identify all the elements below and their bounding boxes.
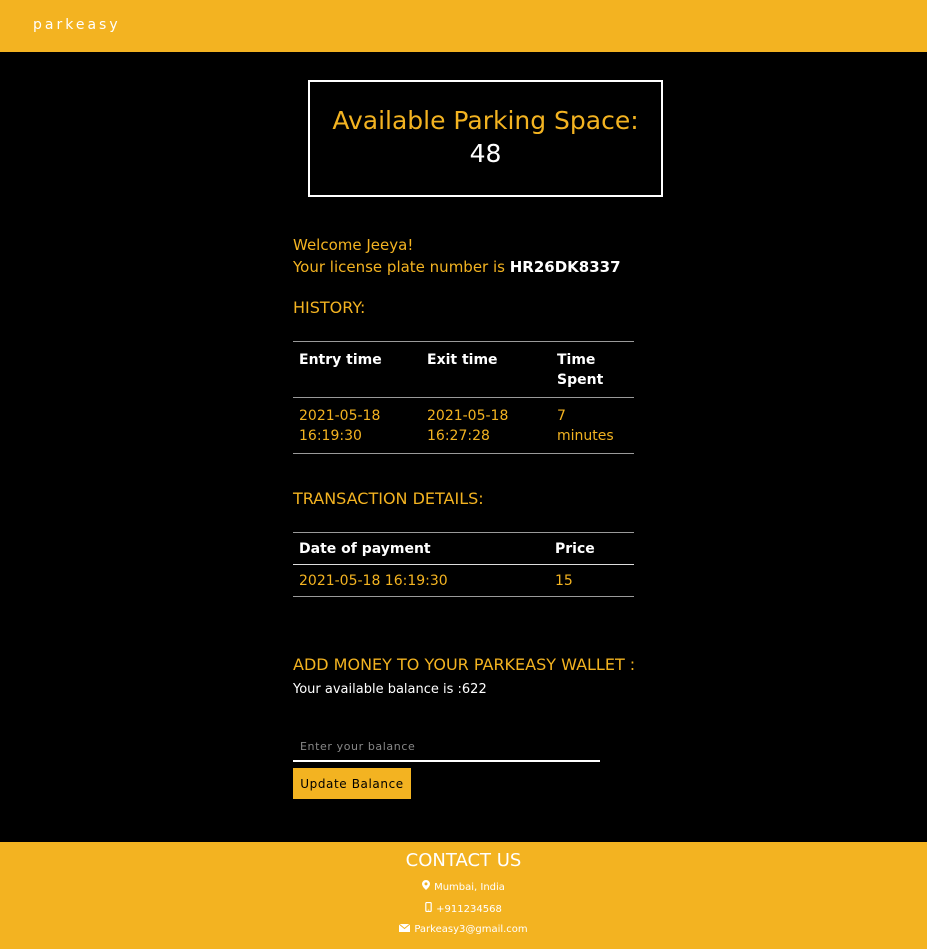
contact-email: Parkeasy3@gmail.com [0, 923, 927, 935]
top-navbar: parkeasy [0, 0, 927, 52]
time-spent-unit: minutes [557, 428, 614, 444]
history-title: HISTORY: [293, 298, 366, 317]
transaction-table: Date of payment Price 2021-05-18 16:19:3… [293, 532, 634, 597]
brand-logo[interactable]: parkeasy [33, 17, 121, 33]
entry-time-cell: 2021-05-18 16:19:30 [293, 398, 421, 454]
price-cell: 15 [555, 573, 573, 589]
table-row: 2021-05-18 16:19:30 2021-05-18 16:27:28 7 m… [293, 397, 634, 454]
entry-date: 2021-05-18 [299, 408, 381, 424]
balance-amount: 622 [461, 682, 487, 697]
contact-location: Mumbai, India [0, 880, 927, 893]
column-header-entry-time: Entry time [299, 352, 382, 368]
column-header-price: Price [555, 541, 595, 557]
license-plate-number: HR26DK8337 [509, 258, 621, 276]
balance-input[interactable] [293, 733, 600, 762]
mobile-phone-icon [425, 901, 432, 915]
email-text[interactable]: Parkeasy3@gmail.com [414, 924, 527, 935]
balance-text: Your available balance is :622 [293, 682, 487, 697]
exit-time-cell: 2021-05-18 16:27:28 [421, 398, 551, 454]
location-text: Mumbai, India [434, 882, 505, 893]
welcome-message: Welcome Jeeya! Your license plate number… [293, 234, 634, 278]
envelope-icon [399, 923, 411, 935]
contact-title: CONTACT US [405, 850, 522, 871]
welcome-greeting: Welcome Jeeya! [293, 236, 414, 254]
footer: CONTACT US Mumbai, India +911234568 Park… [0, 842, 927, 949]
history-table: Entry time Exit time Time Spent 2021-05-… [293, 341, 634, 454]
column-header-date-of-payment: Date of payment [299, 541, 431, 557]
column-header-time-spent: Time Spent [557, 352, 604, 388]
contact-phone: +911234568 [0, 901, 927, 915]
balance-label: Your available balance is : [293, 682, 462, 697]
available-space-card: Available Parking Space: 48 [308, 80, 663, 197]
phone-text: +911234568 [436, 904, 502, 915]
wallet-title: ADD MONEY TO YOUR PARKEASY WALLET : [293, 655, 636, 674]
entry-clock: 16:19:30 [299, 428, 362, 444]
payment-date-cell: 2021-05-18 16:19:30 [299, 573, 448, 589]
transaction-title: TRANSACTION DETAILS: [293, 489, 484, 508]
available-space-count: 48 [469, 139, 502, 168]
update-balance-button[interactable]: Update Balance [293, 768, 411, 799]
column-header-exit-time: Exit time [427, 352, 498, 368]
license-plate-prefix: Your license plate number is [293, 258, 510, 276]
exit-date: 2021-05-18 [427, 408, 509, 424]
transaction-header-row: Date of payment Price [293, 532, 634, 565]
table-row: 2021-05-18 16:19:30 15 [293, 564, 634, 597]
license-plate-line: Your license plate number is HR26DK8337 [293, 256, 634, 278]
history-header-row: Entry time Exit time Time Spent [293, 341, 634, 398]
time-spent-value: 7 [557, 408, 566, 424]
map-pin-icon [422, 880, 431, 893]
exit-clock: 16:27:28 [427, 428, 490, 444]
time-spent-cell: 7 minutes [551, 398, 634, 454]
available-space-label: Available Parking Space: [332, 106, 639, 135]
